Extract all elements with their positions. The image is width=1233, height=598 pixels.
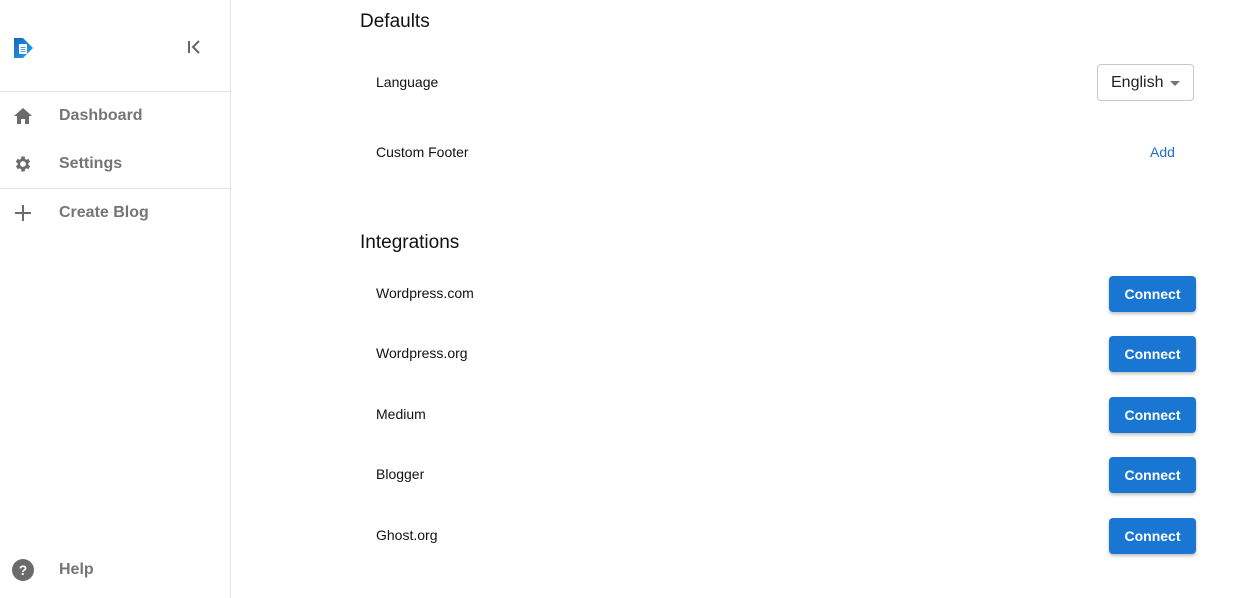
integration-label-wordpress-org: Wordpress.org [376,345,468,361]
language-select[interactable]: English [1097,64,1194,101]
sidebar-item-label: Settings [59,155,123,172]
language-select-value: English [1111,73,1164,91]
integration-label-blogger: Blogger [376,466,425,482]
section-title-integrations: Integrations [360,232,460,253]
language-label: Language [376,74,439,90]
integration-label-wordpress-com: Wordpress.com [376,285,474,301]
integration-label-medium: Medium [376,406,426,422]
help-icon: ? [12,559,34,581]
sidebar-item-dashboard[interactable]: Dashboard [0,96,230,136]
caret-down-icon [1170,81,1180,86]
connect-wordpress-com-button[interactable]: Connect [1109,276,1196,312]
sidebar-item-create-blog[interactable]: Create Blog [0,193,230,233]
settings-main: Defaults Language English Custom Footer … [231,0,1233,598]
gear-icon [12,153,34,175]
collapse-sidebar-button[interactable] [184,37,204,57]
sidebar-divider [0,91,230,92]
sidebar-item-label: Dashboard [59,107,143,124]
connect-ghost-org-button[interactable]: Connect [1109,518,1196,554]
sidebar-divider [0,188,230,189]
section-title-defaults: Defaults [360,11,430,32]
sidebar-item-help[interactable]: ? Help [0,550,230,590]
connect-blogger-button[interactable]: Connect [1109,457,1196,493]
app-logo-icon[interactable] [11,36,35,60]
sidebar-item-settings[interactable]: Settings [0,144,230,184]
sidebar: Dashboard Settings Create Blog ? Help [0,0,231,598]
connect-medium-button[interactable]: Connect [1109,397,1196,433]
add-custom-footer-link[interactable]: Add [1150,144,1175,160]
sidebar-item-label: Help [59,561,94,578]
svg-text:?: ? [19,562,28,578]
sidebar-item-label: Create Blog [59,204,149,221]
collapse-left-icon [188,40,200,54]
home-icon [12,105,34,127]
connect-wordpress-org-button[interactable]: Connect [1109,336,1196,372]
integration-label-ghost-org: Ghost.org [376,527,438,543]
plus-icon [12,202,34,224]
custom-footer-label: Custom Footer [376,144,469,160]
